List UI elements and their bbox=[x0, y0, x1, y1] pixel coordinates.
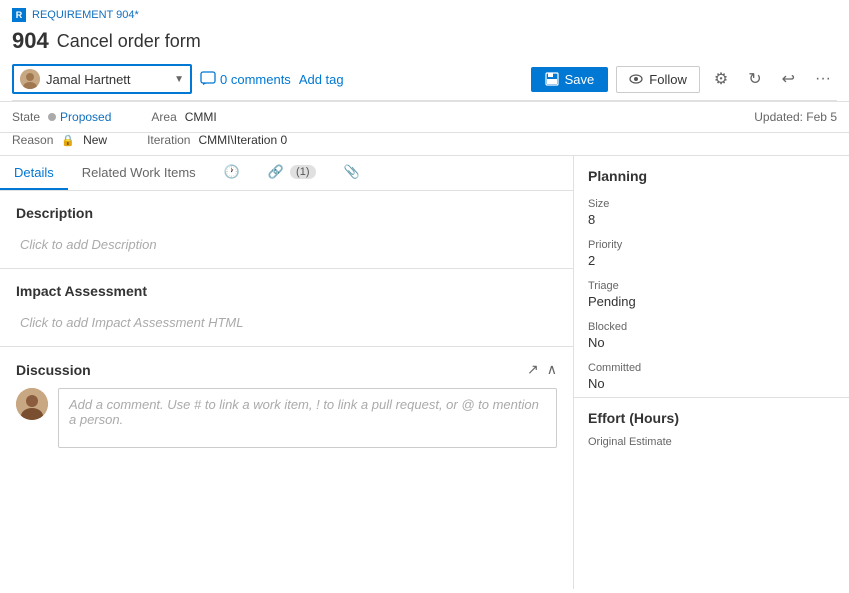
updated-text: Updated: Feb 5 bbox=[754, 110, 837, 124]
save-icon bbox=[545, 72, 559, 86]
assigned-to-name: Jamal Hartnett bbox=[46, 72, 131, 87]
planning-title: Planning bbox=[574, 156, 849, 192]
meta-row-2: Reason 🔒 New Iteration CMMI\Iteration 0 bbox=[0, 133, 849, 156]
area-label: Area bbox=[151, 110, 176, 124]
title-row: 904 Cancel order form bbox=[12, 24, 837, 60]
main-content: Details Related Work Items 🕐 🔗 (1) 📎 Des… bbox=[0, 156, 849, 589]
tab-attachments[interactable]: 📎 bbox=[330, 156, 374, 190]
iteration-value[interactable]: CMMI\Iteration 0 bbox=[198, 133, 287, 147]
priority-field: Priority 2 bbox=[588, 233, 835, 274]
tab-details-label: Details bbox=[14, 165, 54, 180]
comment-icon bbox=[200, 71, 216, 87]
breadcrumb-text[interactable]: REQUIREMENT 904* bbox=[32, 9, 139, 21]
breadcrumb-icon: R bbox=[12, 8, 26, 22]
committed-label: Committed bbox=[588, 362, 835, 374]
work-item-id: 904 bbox=[12, 28, 49, 54]
link-icon: 🔗 bbox=[268, 164, 284, 180]
left-panel: Details Related Work Items 🕐 🔗 (1) 📎 Des… bbox=[0, 156, 574, 589]
planning-fields: Size 8 Priority 2 Triage Pending Blocked… bbox=[574, 192, 849, 397]
impact-assessment-section: Impact Assessment Click to add Impact As… bbox=[0, 269, 573, 347]
tab-links[interactable]: 🔗 (1) bbox=[254, 156, 330, 190]
impact-assessment-title: Impact Assessment bbox=[16, 283, 557, 299]
eye-icon bbox=[629, 72, 643, 86]
priority-label: Priority bbox=[588, 239, 835, 251]
iteration-label: Iteration bbox=[147, 133, 190, 147]
iteration-group: Iteration CMMI\Iteration 0 bbox=[147, 133, 287, 147]
committed-value[interactable]: No bbox=[588, 376, 835, 391]
reason-lock-icon: 🔒 bbox=[61, 134, 75, 147]
meta-row: State Proposed Area CMMI Updated: Feb 5 bbox=[0, 102, 849, 133]
state-dot bbox=[48, 113, 56, 121]
blocked-field: Blocked No bbox=[588, 315, 835, 356]
refresh-button[interactable]: ↻ bbox=[742, 64, 767, 94]
tab-details[interactable]: Details bbox=[0, 156, 68, 190]
area-group: Area CMMI bbox=[151, 110, 216, 124]
collapse-icon[interactable]: ∧ bbox=[547, 361, 557, 378]
comments-count: 0 comments bbox=[220, 72, 291, 87]
save-button[interactable]: Save bbox=[531, 67, 609, 92]
priority-value[interactable]: 2 bbox=[588, 253, 835, 268]
impact-assessment-placeholder[interactable]: Click to add Impact Assessment HTML bbox=[16, 307, 557, 338]
tab-related-work-items[interactable]: Related Work Items bbox=[68, 156, 210, 190]
follow-button[interactable]: Follow bbox=[616, 66, 700, 93]
breadcrumb: R REQUIREMENT 904* bbox=[12, 4, 837, 24]
comment-area: Add a comment. Use # to link a work item… bbox=[16, 388, 557, 448]
reason-value[interactable]: New bbox=[83, 133, 107, 147]
size-label: Size bbox=[588, 198, 835, 210]
undo-button[interactable]: ↩ bbox=[776, 64, 801, 94]
triage-value[interactable]: Pending bbox=[588, 294, 835, 309]
triage-label: Triage bbox=[588, 280, 835, 292]
description-title: Description bbox=[16, 205, 557, 221]
blocked-value[interactable]: No bbox=[588, 335, 835, 350]
right-panel: Planning Size 8 Priority 2 Triage Pendin… bbox=[574, 156, 849, 589]
triage-field: Triage Pending bbox=[588, 274, 835, 315]
state-group: State Proposed bbox=[12, 110, 111, 124]
discussion-header: Discussion ↗ ∧ bbox=[16, 361, 557, 378]
history-icon: 🕐 bbox=[224, 164, 240, 180]
reason-group: Reason 🔒 New bbox=[12, 133, 107, 147]
tab-links-badge: (1) bbox=[290, 165, 315, 179]
discussion-actions: ↗ ∧ bbox=[527, 361, 557, 378]
tabs-row: Details Related Work Items 🕐 🔗 (1) 📎 bbox=[0, 156, 573, 191]
state-label: State bbox=[12, 110, 40, 124]
dropdown-arrow-icon: ▼ bbox=[174, 74, 184, 85]
top-bar: R REQUIREMENT 904* 904 Cancel order form… bbox=[0, 0, 849, 102]
discussion-section: Discussion ↗ ∧ Add a comment. Use # to l… bbox=[0, 347, 573, 456]
state-text[interactable]: Proposed bbox=[60, 110, 111, 124]
settings-button[interactable]: ⚙ bbox=[708, 64, 734, 94]
expand-icon[interactable]: ↗ bbox=[527, 361, 539, 378]
save-label: Save bbox=[565, 72, 595, 87]
area-value[interactable]: CMMI bbox=[185, 110, 217, 124]
add-tag-button[interactable]: Add tag bbox=[299, 72, 344, 87]
size-value[interactable]: 8 bbox=[588, 212, 835, 227]
tab-history[interactable]: 🕐 bbox=[210, 156, 254, 190]
user-avatar bbox=[16, 388, 48, 420]
original-estimate-field: Original Estimate bbox=[588, 430, 835, 472]
discussion-title: Discussion bbox=[16, 362, 91, 378]
comment-input[interactable]: Add a comment. Use # to link a work item… bbox=[58, 388, 557, 448]
blocked-label: Blocked bbox=[588, 321, 835, 333]
description-placeholder[interactable]: Click to add Description bbox=[16, 229, 557, 260]
committed-field: Committed No bbox=[588, 356, 835, 397]
comments-button[interactable]: 0 comments bbox=[200, 71, 291, 87]
effort-title: Effort (Hours) bbox=[574, 397, 849, 430]
original-estimate-label: Original Estimate bbox=[588, 436, 835, 448]
follow-label: Follow bbox=[649, 72, 687, 87]
size-field: Size 8 bbox=[588, 192, 835, 233]
original-estimate-value[interactable] bbox=[588, 450, 835, 466]
attachment-icon: 📎 bbox=[344, 164, 360, 180]
avatar bbox=[20, 69, 40, 89]
state-value: Proposed bbox=[48, 110, 111, 124]
more-options-button[interactable]: ··· bbox=[809, 65, 837, 93]
effort-fields: Original Estimate bbox=[574, 430, 849, 472]
toolbar: Jamal Hartnett ▼ 0 comments Add tag Save bbox=[12, 60, 837, 101]
reason-label: Reason bbox=[12, 133, 53, 147]
description-section: Description Click to add Description bbox=[0, 191, 573, 269]
assigned-to-select[interactable]: Jamal Hartnett ▼ bbox=[12, 64, 192, 94]
work-item-title[interactable]: Cancel order form bbox=[57, 31, 201, 52]
tab-related-label: Related Work Items bbox=[82, 165, 196, 180]
